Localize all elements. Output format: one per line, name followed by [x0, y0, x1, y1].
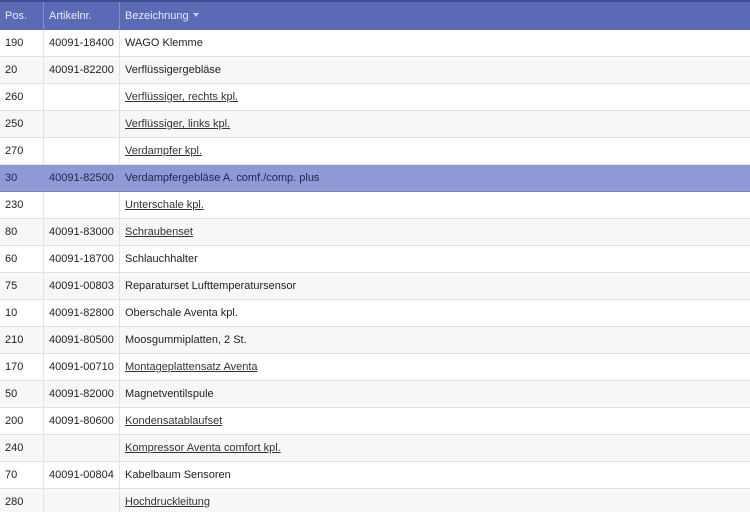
cell-artikelnr: 40091-80600 [44, 408, 120, 434]
cell-artikelnr: 40091-18700 [44, 246, 120, 272]
column-header-bezeichnung[interactable]: Bezeichnung [120, 2, 750, 30]
cell-bezeichnung: Verdampfergebläse A. comf./comp. plus [125, 172, 320, 184]
cell-artikelnr: 40091-80500 [44, 327, 120, 353]
cell-bezeichnung: Schlauchhalter [125, 253, 198, 265]
cell-pos: 70 [0, 462, 44, 488]
table-row[interactable]: 260 Verflüssiger, rechts kpl. [0, 84, 750, 111]
table-row[interactable]: 50 40091-82000 Magnetventilspule [0, 381, 750, 408]
cell-artikelnr: 40091-18400 [44, 30, 120, 56]
cell-pos: 30 [0, 165, 44, 191]
cell-bezeichnung-link[interactable]: Verflüssiger, links kpl. [120, 111, 750, 137]
cell-bezeichnung-link[interactable]: Kondensatablaufset [120, 408, 750, 434]
table-row[interactable]: 230 Unterschale kpl. [0, 192, 750, 219]
sort-descending-icon[interactable] [192, 13, 199, 18]
cell-bezeichnung: WAGO Klemme [125, 37, 203, 49]
table-row[interactable]: 210 40091-80500 Moosgummiplatten, 2 St. [0, 327, 750, 354]
cell-pos: 250 [0, 111, 44, 137]
cell-artikelnr [44, 192, 120, 218]
cell-bezeichnung: Kabelbaum Sensoren [125, 469, 231, 481]
cell-pos: 170 [0, 354, 44, 380]
table-row[interactable]: 30 40091-82500 Verdampfergebläse A. comf./… [0, 165, 750, 192]
table-row[interactable]: 10 40091-82800 Oberschale Aventa kpl. [0, 300, 750, 327]
cell-bezeichnung: Reparaturset Lufttemperatursensor [125, 280, 297, 292]
table-row[interactable]: 280 Hochdruckleitung [0, 489, 750, 512]
table-row[interactable]: 170 40091-00710 Montageplattensatz Aventa [0, 354, 750, 381]
cell-pos: 270 [0, 138, 44, 164]
cell-artikelnr: 40091-00803 [44, 273, 120, 299]
column-header-bezeichnung-label: Bezeichnung [125, 10, 189, 22]
cell-artikelnr: 40091-83000 [44, 219, 120, 245]
table-row[interactable]: 75 40091-00803 Reparaturset Lufttemperatur… [0, 273, 750, 300]
table-row[interactable]: 70 40091-00804 Kabelbaum Sensoren [0, 462, 750, 489]
cell-artikelnr: 40091-82000 [44, 381, 120, 407]
table-row[interactable]: 60 40091-18700 Schlauchhalter [0, 246, 750, 273]
cell-bezeichnung-link[interactable]: Kompressor Aventa comfort kpl. [120, 435, 750, 461]
cell-bezeichnung-link[interactable]: Unterschale kpl. [120, 192, 750, 218]
cell-bezeichnung-link[interactable]: Hochdruckleitung [120, 489, 750, 512]
cell-artikelnr [44, 489, 120, 512]
cell-artikelnr: 40091-82500 [44, 165, 120, 191]
table-row[interactable]: 80 40091-83000 Schraubenset [0, 219, 750, 246]
cell-bezeichnung: Moosgummiplatten, 2 St. [125, 334, 247, 346]
cell-pos: 75 [0, 273, 44, 299]
cell-pos: 20 [0, 57, 44, 83]
column-header-pos-label: Pos. [5, 10, 28, 22]
parts-grid: Pos. Artikelnr. Bezeichnung 190 40091-184… [0, 0, 750, 512]
column-header-pos[interactable]: Pos. [0, 2, 44, 30]
cell-pos: 10 [0, 300, 44, 326]
table-row[interactable]: 250 Verflüssiger, links kpl. [0, 111, 750, 138]
column-header-artikelnr-label: Artikelnr. [49, 10, 92, 22]
cell-bezeichnung: Magnetventilspule [125, 388, 214, 400]
cell-bezeichnung-link[interactable]: Verflüssiger, rechts kpl. [120, 84, 750, 110]
cell-artikelnr: 40091-00804 [44, 462, 120, 488]
grid-body: 190 40091-18400 WAGO Klemme 20 40091-82200 Ve… [0, 30, 750, 512]
grid-header: Pos. Artikelnr. Bezeichnung [0, 0, 750, 30]
cell-pos: 280 [0, 489, 44, 512]
cell-bezeichnung-link[interactable]: Montageplattensatz Aventa [120, 354, 750, 380]
table-row[interactable]: 20 40091-82200 Verflüssigergebläse [0, 57, 750, 84]
cell-bezeichnung: Oberschale Aventa kpl. [125, 307, 238, 319]
cell-artikelnr [44, 435, 120, 461]
cell-pos: 230 [0, 192, 44, 218]
cell-pos: 60 [0, 246, 44, 272]
cell-bezeichnung-link[interactable]: Verdampfer kpl. [120, 138, 750, 164]
cell-pos: 240 [0, 435, 44, 461]
cell-pos: 210 [0, 327, 44, 353]
cell-artikelnr [44, 111, 120, 137]
table-row[interactable]: 240 Kompressor Aventa comfort kpl. [0, 435, 750, 462]
column-header-artikelnr[interactable]: Artikelnr. [44, 2, 120, 30]
cell-artikelnr: 40091-82200 [44, 57, 120, 83]
cell-pos: 200 [0, 408, 44, 434]
table-row[interactable]: 190 40091-18400 WAGO Klemme [0, 30, 750, 57]
cell-artikelnr [44, 84, 120, 110]
cell-pos: 190 [0, 30, 44, 56]
cell-pos: 260 [0, 84, 44, 110]
cell-artikelnr: 40091-82800 [44, 300, 120, 326]
cell-artikelnr: 40091-00710 [44, 354, 120, 380]
cell-bezeichnung: Verflüssigergebläse [125, 64, 222, 76]
cell-pos: 50 [0, 381, 44, 407]
cell-pos: 80 [0, 219, 44, 245]
cell-artikelnr [44, 138, 120, 164]
table-row[interactable]: 200 40091-80600 Kondensatablaufset [0, 408, 750, 435]
cell-bezeichnung-link[interactable]: Schraubenset [120, 219, 750, 245]
table-row[interactable]: 270 Verdampfer kpl. [0, 138, 750, 165]
